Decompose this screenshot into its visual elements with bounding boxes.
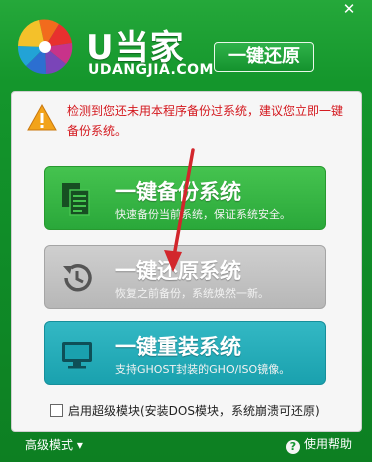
help-icon: ? xyxy=(286,440,300,454)
super-module-option[interactable]: 启用超级模块(安装DOS模块，系统崩溃可还原) xyxy=(50,402,320,419)
one-key-restore-badge: 一键还原 xyxy=(214,42,314,72)
help-link[interactable]: ? 使用帮助 xyxy=(286,435,352,454)
restore-description: 恢复之前备份，系统焕然一新。 xyxy=(115,287,269,300)
document-copy-icon xyxy=(62,183,90,216)
monitor-icon xyxy=(62,342,92,369)
main-panel: 检测到您还未用本程序备份过系统，建议您立即一键备份系统。 一键备份系统 快速备份… xyxy=(11,91,362,432)
reinstall-title: 一键重装系统 xyxy=(115,335,241,359)
restore-title: 一键还原系统 xyxy=(115,259,241,283)
super-module-label: 启用超级模块(安装DOS模块，系统崩溃可还原) xyxy=(68,404,320,418)
close-button[interactable]: ✕ xyxy=(334,0,364,18)
brand-subtitle: UDANGJIA.COM xyxy=(88,62,214,78)
app-window: ✕ U当家 UDANGJIA.COM 一键还原 检测到您还未用本程序备份过系统，… xyxy=(0,0,372,462)
reinstall-description: 支持GHOST封装的GHO/ISO镜像。 xyxy=(115,363,291,376)
backup-notice: 检测到您还未用本程序备份过系统，建议您立即一键备份系统。 xyxy=(67,104,344,138)
advanced-mode-dropdown[interactable]: 高级模式 ▾ xyxy=(25,436,83,453)
backup-description: 快速备份当前系统，保证系统安全。 xyxy=(115,208,291,221)
backup-system-button[interactable]: 一键备份系统 快速备份当前系统，保证系统安全。 xyxy=(44,166,326,230)
advanced-mode-label: 高级模式 xyxy=(25,438,74,452)
restore-history-icon xyxy=(63,264,92,292)
restore-system-button[interactable]: 一键还原系统 恢复之前备份，系统焕然一新。 xyxy=(44,245,326,309)
help-label: 使用帮助 xyxy=(304,437,353,451)
warning-icon xyxy=(27,104,57,131)
dropdown-arrow-icon: ▾ xyxy=(76,438,83,452)
reinstall-system-button[interactable]: 一键重装系统 支持GHOST封装的GHO/ISO镜像。 xyxy=(44,321,326,385)
super-module-checkbox[interactable] xyxy=(50,404,63,417)
backup-title: 一键备份系统 xyxy=(115,180,241,204)
pinwheel-logo-icon xyxy=(17,19,73,75)
